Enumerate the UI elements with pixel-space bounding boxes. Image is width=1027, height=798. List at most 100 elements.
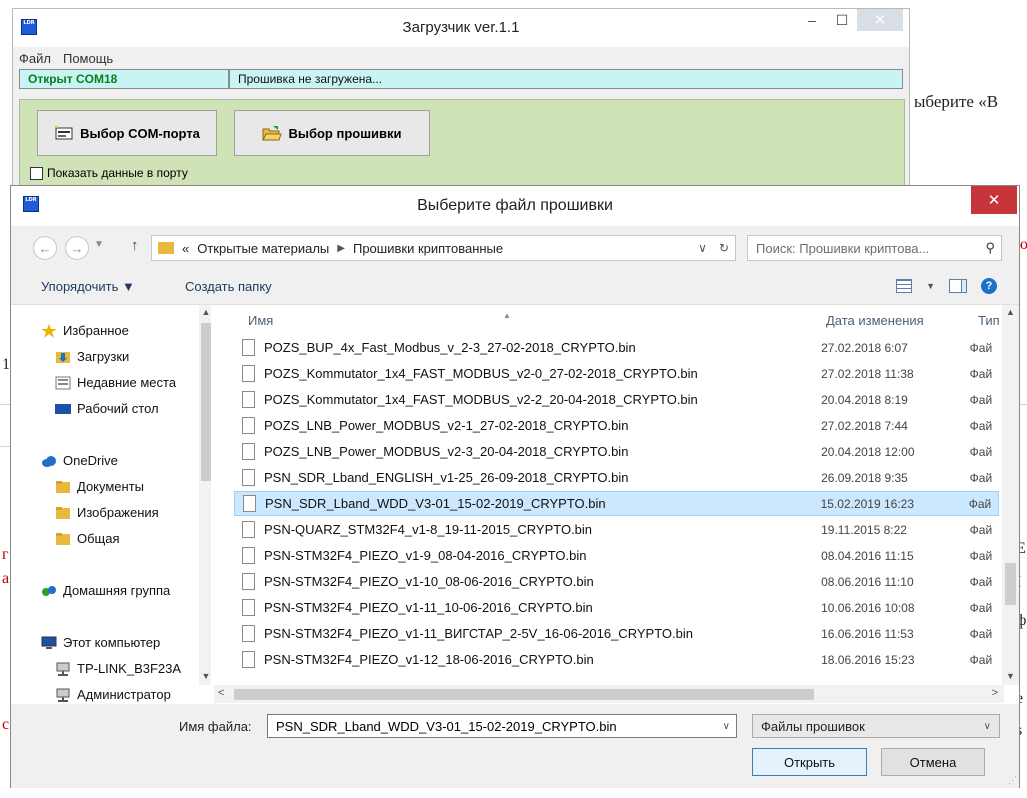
checkbox-box[interactable] [30,166,43,180]
file-list-scroll-thumb[interactable] [1005,563,1016,605]
filename-value: PSN_SDR_Lband_WDD_V3-01_15-02-2019_CRYPT… [276,718,617,734]
column-header-type[interactable]: Тип [978,313,1000,328]
refresh-icon[interactable]: ↻ [719,241,729,255]
file-row[interactable]: POZS_BUP_4x_Fast_Modbus_v_2-3_27-02-2018… [234,335,999,360]
nav-item-network-drive[interactable]: TP-LINK_B3F23A [55,661,181,676]
file-row[interactable]: PSN-STM32F4_PIEZO_v1-10_08-06-2016_CRYPT… [234,569,999,594]
nav-item-this-pc[interactable]: Этот компьютер [41,635,160,650]
select-firmware-button[interactable]: Выбор прошивки [234,110,430,156]
folder-icon [56,506,70,519]
open-button[interactable]: Открыть [752,748,867,776]
scroll-up-arrow-icon[interactable]: ▲ [1002,307,1019,317]
search-input[interactable]: Поиск: Прошивки криптова... ⚲ [747,235,1002,261]
file-row[interactable]: PSN_SDR_Lband_WDD_V3-01_15-02-2019_CRYPT… [234,491,999,516]
preview-pane-icon[interactable] [949,279,967,293]
file-row[interactable]: POZS_LNB_Power_MODBUS_v2-3_20-04-2018_CR… [234,439,999,464]
sort-arrow-icon: ▲ [503,311,511,320]
scroll-down-arrow-icon[interactable]: ▼ [1002,671,1019,681]
nav-item-label: OneDrive [63,453,118,468]
nav-item-recent-places[interactable]: Недавние места [55,375,176,390]
up-button[interactable]: ↑ [131,237,139,254]
file-row[interactable]: PSN-STM32F4_PIEZO_v1-11_ВИГСТАР_2-5V_16-… [234,621,999,646]
organize-button[interactable]: Упорядочить ▼ [41,279,135,294]
breadcrumb-separator-icon[interactable]: ▶ [337,243,345,254]
chevron-down-icon[interactable]: ∨ [984,721,991,732]
nav-item-label: Администратор [77,687,171,702]
close-button[interactable]: ✕ [857,9,903,31]
file-name: POZS_BUP_4x_Fast_Modbus_v_2-3_27-02-2018… [264,340,636,355]
filename-input[interactable]: PSN_SDR_Lband_WDD_V3-01_15-02-2019_CRYPT… [267,714,737,738]
nav-item-network-drive[interactable]: Администратор [55,687,171,702]
scroll-right-arrow-icon[interactable]: > [992,687,998,699]
column-header-date[interactable]: Дата изменения [826,313,924,328]
history-dropdown-icon[interactable]: ▼ [94,239,104,250]
checkbox-label: Показать данные в порту [47,166,188,180]
maximize-button[interactable]: ☐ [827,9,857,31]
horizontal-scroll-thumb[interactable] [234,689,814,700]
address-bar[interactable]: « Открытые материалы ▶ Прошивки криптова… [151,235,736,261]
nav-item-label: Избранное [63,323,129,338]
resize-grip-icon[interactable]: ⋰ [1008,775,1017,786]
nav-item-label: Общая [77,531,120,546]
horizontal-scrollbar[interactable]: < > [214,685,1004,703]
nav-item-documents[interactable]: Документы [55,479,144,494]
search-icon[interactable]: ⚲ [985,240,995,256]
breadcrumb-overflow[interactable]: « [182,241,189,256]
file-icon [242,339,255,356]
file-row[interactable]: PSN-QUARZ_STM32F4_v1-8_19-11-2015_CRYPTO… [234,517,999,542]
nav-scroll-thumb[interactable] [201,323,211,481]
nav-item-homegroup[interactable]: Домашняя группа [41,583,170,598]
menu-file[interactable]: Файл [19,51,51,66]
minimize-button[interactable]: – [797,9,827,31]
scroll-up-arrow-icon[interactable]: ▲ [199,307,211,317]
address-dropdown-icon[interactable]: ∨ [698,241,707,255]
document-text-fragment: ыберите «В [914,92,999,111]
dialog-titlebar[interactable]: LDR Выберите файл прошивки ✕ [11,186,1019,226]
document-rule [0,404,10,405]
folder-icon [56,532,70,545]
breadcrumb-item[interactable]: Открытые материалы [197,241,329,256]
forward-button[interactable]: → [65,236,89,260]
file-name: PSN-STM32F4_PIEZO_v1-10_08-06-2016_CRYPT… [264,574,594,589]
file-row[interactable]: PSN-STM32F4_PIEZO_v1-12_18-06-2016_CRYPT… [234,647,999,672]
nav-item-desktop[interactable]: Рабочий стол [55,401,159,416]
file-row[interactable]: PSN-STM32F4_PIEZO_v1-9_08-04-2016_CRYPTO… [234,543,999,568]
file-row[interactable]: POZS_LNB_Power_MODBUS_v2-1_27-02-2018_CR… [234,413,999,438]
file-list-scrollbar[interactable]: ▲ ▼ [1002,305,1019,685]
menu-help[interactable]: Помощь [63,51,113,66]
dialog-close-button[interactable]: ✕ [971,186,1017,214]
file-icon [243,495,256,512]
file-row[interactable]: POZS_Kommutator_1x4_FAST_MODBUS_v2-2_20-… [234,387,999,412]
window-title: Загрузчик ver.1.1 [402,19,520,36]
nav-scrollbar[interactable]: ▲ ▼ [199,305,211,685]
file-row[interactable]: PSN_SDR_Lband_ENGLISH_v1-25_26-09-2018_C… [234,465,999,490]
firmware-label: Выбор прошивки [288,125,402,141]
scroll-down-arrow-icon[interactable]: ▼ [199,671,211,681]
dialog-footer: Имя файла: PSN_SDR_Lband_WDD_V3-01_15-02… [11,704,1019,788]
nav-item-public[interactable]: Общая [55,531,120,546]
file-type-filter[interactable]: Файлы прошивок ∨ [752,714,1000,738]
new-folder-button[interactable]: Создать папку [185,279,272,294]
show-port-data-checkbox[interactable]: Показать данные в порту [30,166,188,180]
file-row[interactable]: POZS_Kommutator_1x4_FAST_MODBUS_v2-0_27-… [234,361,999,386]
navigation-bar: ← → ▼ ↑ « Открытые материалы ▶ Прошивки … [11,226,1019,270]
scroll-left-arrow-icon[interactable]: < [218,687,224,699]
column-header-name[interactable]: ▲ Имя [248,311,511,328]
view-dropdown-icon[interactable]: ▼ [926,281,935,291]
document-red-left-fragment: с [2,716,10,733]
loader-titlebar[interactable]: LDR Загрузчик ver.1.1 – ☐ ✕ [13,9,909,47]
nav-item-favorites[interactable]: Избранное [41,323,129,338]
nav-item-pictures[interactable]: Изображения [55,505,159,520]
file-row[interactable]: PSN-STM32F4_PIEZO_v1-11_10-06-2016_CRYPT… [234,595,999,620]
back-button[interactable]: ← [33,236,57,260]
cancel-button[interactable]: Отмена [881,748,985,776]
file-name: PSN-STM32F4_PIEZO_v1-11_10-06-2016_CRYPT… [264,600,593,615]
help-icon[interactable]: ? [981,278,997,294]
file-type: Фай [969,574,993,589]
nav-item-onedrive[interactable]: OneDrive [41,453,118,468]
view-mode-icon[interactable] [896,279,913,293]
select-com-port-button[interactable]: Выбор COM-порта [37,110,217,156]
chevron-down-icon[interactable]: ∨ [723,721,730,732]
breadcrumb-item[interactable]: Прошивки криптованные [353,241,503,256]
nav-item-downloads[interactable]: Загрузки [55,349,129,364]
